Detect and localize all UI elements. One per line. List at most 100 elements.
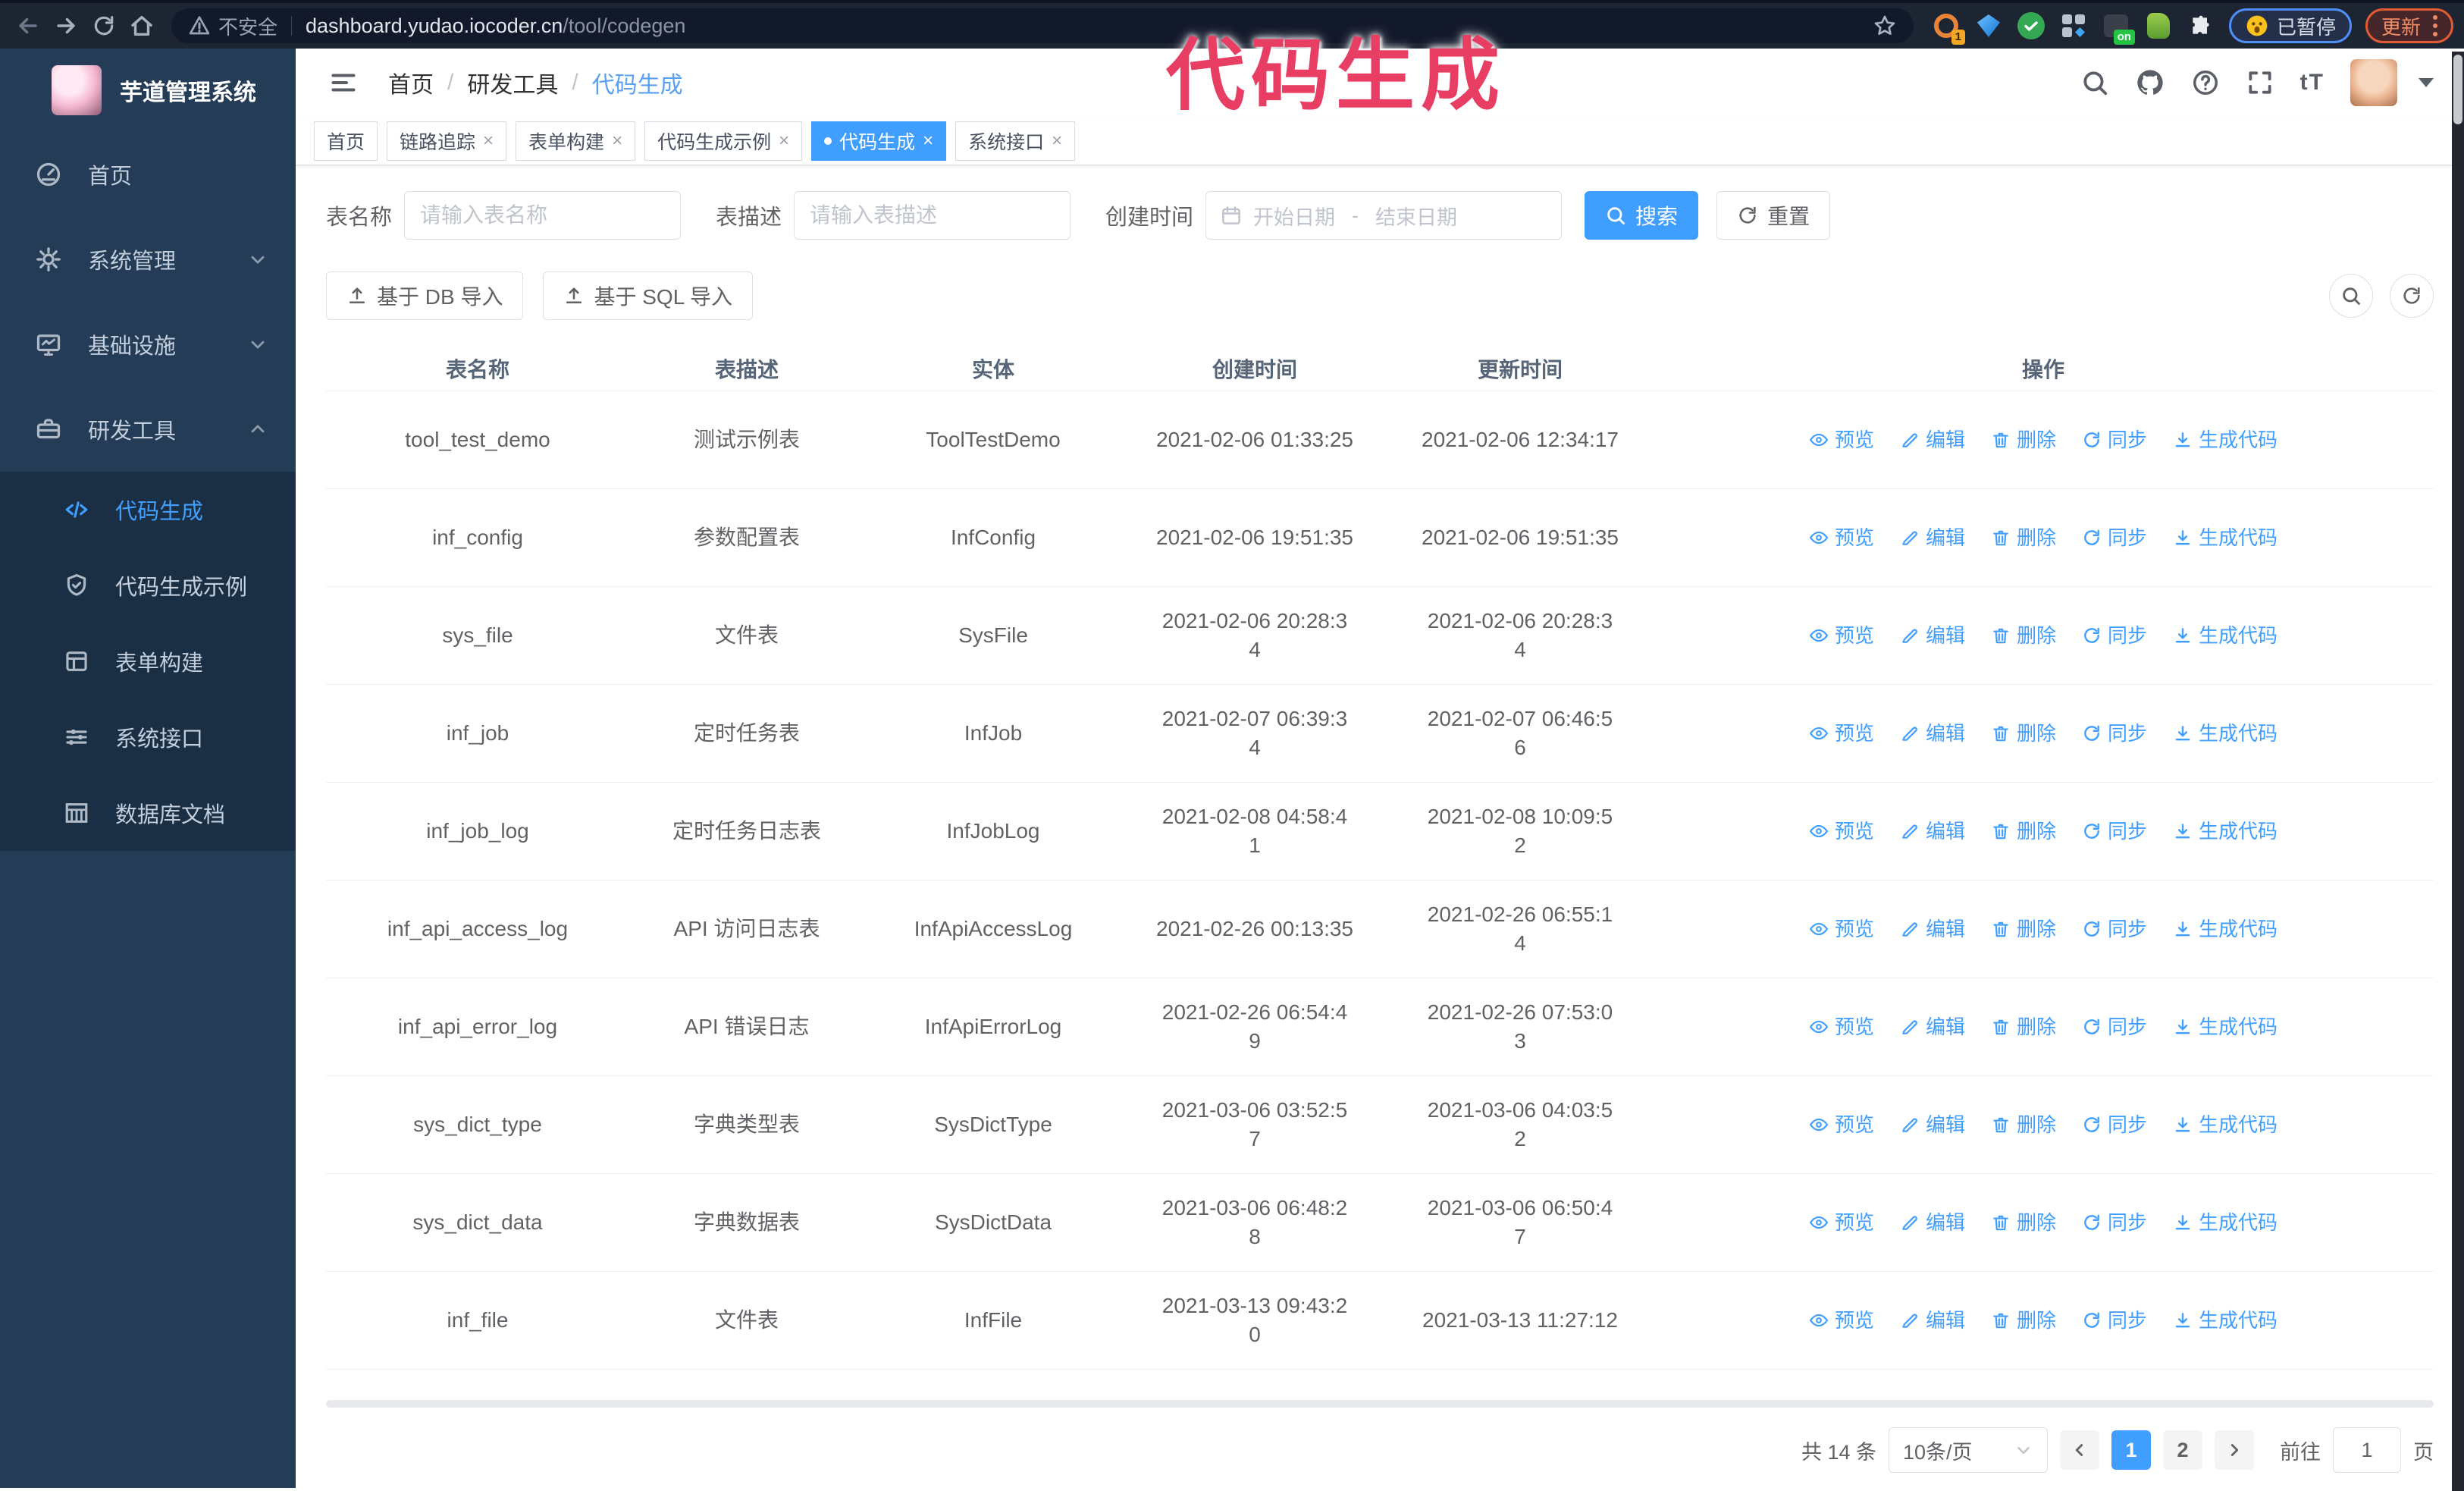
delete-link[interactable]: 删除 [1991, 1012, 2056, 1041]
generate-code-link[interactable]: 生成代码 [2173, 425, 2277, 454]
refresh-table-button[interactable] [2390, 274, 2434, 318]
sidebar-item-devtools[interactable]: 研发工具 [0, 387, 296, 472]
tag-system-api[interactable]: 系统接口 × [955, 121, 1076, 161]
generate-code-link[interactable]: 生成代码 [2173, 915, 2277, 943]
update-chrome-button[interactable]: 更新 [2365, 8, 2453, 43]
sidebar-item-form-builder[interactable]: 表单构建 [0, 623, 296, 699]
preview-link[interactable]: 预览 [1809, 1012, 1874, 1041]
sync-link[interactable]: 同步 [2082, 1306, 2147, 1335]
edit-link[interactable]: 编辑 [1900, 915, 1965, 943]
edit-link[interactable]: 编辑 [1900, 1306, 1965, 1335]
preview-link[interactable]: 预览 [1809, 621, 1874, 650]
reset-button[interactable]: 重置 [1716, 191, 1831, 240]
edit-link[interactable]: 编辑 [1900, 621, 1965, 650]
tag-home[interactable]: 首页 [314, 121, 378, 161]
preview-link[interactable]: 预览 [1809, 1208, 1874, 1237]
tag-tracing[interactable]: 链路追踪 × [387, 121, 507, 161]
extension-icon-green[interactable] [2143, 10, 2174, 42]
generate-code-link[interactable]: 生成代码 [2173, 1110, 2277, 1139]
page-button-2[interactable]: 2 [2163, 1430, 2202, 1470]
preview-link[interactable]: 预览 [1809, 817, 1874, 846]
header-search-icon[interactable] [2080, 68, 2109, 97]
next-page-button[interactable] [2215, 1430, 2254, 1470]
delete-link[interactable]: 删除 [1991, 915, 2056, 943]
paused-chip[interactable]: 已暂停 [2228, 8, 2352, 43]
page-button-1[interactable]: 1 [2111, 1430, 2151, 1470]
sidebar-item-system[interactable]: 系统管理 [0, 217, 296, 302]
table-row[interactable]: inf_job 定时任务表 InfJob 2021-02-07 06:39:3 … [326, 685, 2434, 783]
date-range-picker[interactable]: 开始日期 - 结束日期 [1205, 191, 1563, 240]
help-icon[interactable] [2191, 68, 2220, 97]
table-row[interactable]: inf_api_error_log API 错误日志 InfApiErrorLo… [326, 978, 2434, 1076]
page-size-select[interactable]: 10条/页 [1889, 1427, 2048, 1473]
hamburger-icon[interactable] [318, 61, 368, 105]
sidebar-item-db-doc[interactable]: 数据库文档 [0, 775, 296, 851]
delete-link[interactable]: 删除 [1991, 523, 2056, 552]
breadcrumb-devtools[interactable]: 研发工具 [467, 66, 558, 99]
sidebar-item-infra[interactable]: 基础设施 [0, 302, 296, 387]
delete-link[interactable]: 删除 [1991, 1208, 2056, 1237]
sync-link[interactable]: 同步 [2082, 523, 2147, 552]
table-scrollbar[interactable] [326, 1400, 2434, 1408]
table-row[interactable]: inf_api_access_log API 访问日志表 InfApiAcces… [326, 880, 2434, 978]
sync-link[interactable]: 同步 [2082, 1012, 2147, 1041]
sidebar-item-home[interactable]: 首页 [0, 132, 296, 217]
delete-link[interactable]: 删除 [1991, 621, 2056, 650]
back-button[interactable] [11, 8, 45, 43]
browser-scrollbar[interactable] [2452, 52, 2464, 1491]
table-row[interactable]: sys_dict_type 字典类型表 SysDictType 2021-03-… [326, 1076, 2434, 1174]
scrollbar-thumb[interactable] [2453, 55, 2462, 124]
sync-link[interactable]: 同步 [2082, 1110, 2147, 1139]
table-row[interactable]: inf_config 参数配置表 InfConfig 2021-02-06 19… [326, 489, 2434, 587]
delete-link[interactable]: 删除 [1991, 1306, 2056, 1335]
close-icon[interactable]: × [483, 130, 494, 152]
edit-link[interactable]: 编辑 [1900, 523, 1965, 552]
close-icon[interactable]: × [612, 130, 622, 152]
sync-link[interactable]: 同步 [2082, 719, 2147, 748]
goto-page-input[interactable] [2333, 1427, 2401, 1473]
prev-page-button[interactable] [2060, 1430, 2099, 1470]
toggle-search-button[interactable] [2329, 274, 2373, 318]
preview-link[interactable]: 预览 [1809, 523, 1874, 552]
delete-link[interactable]: 删除 [1991, 425, 2056, 454]
sidebar-item-codegen[interactable]: 代码生成 [0, 472, 296, 548]
github-icon[interactable] [2135, 67, 2165, 98]
edit-link[interactable]: 编辑 [1900, 719, 1965, 748]
sidebar-item-codegen-example[interactable]: 代码生成示例 [0, 548, 296, 623]
sync-link[interactable]: 同步 [2082, 1208, 2147, 1237]
preview-link[interactable]: 预览 [1809, 719, 1874, 748]
extension-icon-switch[interactable]: on [2100, 10, 2135, 45]
table-row[interactable]: inf_file 文件表 InfFile 2021-03-13 09:43:2 … [326, 1272, 2434, 1370]
avatar-caret-icon[interactable] [2419, 78, 2434, 88]
generate-code-link[interactable]: 生成代码 [2173, 621, 2277, 650]
db-import-button[interactable]: 基于 DB 导入 [326, 272, 524, 320]
edit-link[interactable]: 编辑 [1900, 1110, 1965, 1139]
tag-form-builder[interactable]: 表单构建 × [516, 121, 636, 161]
delete-link[interactable]: 删除 [1991, 817, 2056, 846]
sync-link[interactable]: 同步 [2082, 425, 2147, 454]
generate-code-link[interactable]: 生成代码 [2173, 523, 2277, 552]
edit-link[interactable]: 编辑 [1900, 1208, 1965, 1237]
edit-link[interactable]: 编辑 [1900, 425, 1965, 454]
address-bar[interactable]: 不安全 dashboard.yudao.iocoder.cn/tool/code… [171, 8, 1914, 43]
table-row[interactable]: sys_file 文件表 SysFile 2021-02-06 20:28:3 … [326, 587, 2434, 685]
reload-button[interactable] [86, 8, 121, 43]
tag-codegen-example[interactable]: 代码生成示例 × [644, 121, 803, 161]
table-row[interactable]: tool_test_demo 测试示例表 ToolTestDemo 2021-0… [326, 391, 2434, 489]
bookmark-star-icon[interactable] [1873, 14, 1897, 38]
sync-link[interactable]: 同步 [2082, 817, 2147, 846]
fullscreen-icon[interactable] [2246, 68, 2274, 97]
close-icon[interactable]: × [1052, 130, 1062, 152]
close-icon[interactable]: × [923, 130, 933, 152]
extension-icon-gem[interactable] [1973, 10, 2005, 42]
extension-icon-orange[interactable]: 1 [1930, 10, 1965, 45]
generate-code-link[interactable]: 生成代码 [2173, 1306, 2277, 1335]
delete-link[interactable]: 删除 [1991, 1110, 2056, 1139]
security-status[interactable]: 不安全 [188, 12, 277, 40]
sync-link[interactable]: 同步 [2082, 621, 2147, 650]
font-size-icon[interactable]: tT [2300, 70, 2324, 96]
preview-link[interactable]: 预览 [1809, 1306, 1874, 1335]
generate-code-link[interactable]: 生成代码 [2173, 1012, 2277, 1041]
search-button[interactable]: 搜索 [1585, 191, 1699, 240]
app-logo-row[interactable]: 芋道管理系统 [0, 49, 296, 132]
